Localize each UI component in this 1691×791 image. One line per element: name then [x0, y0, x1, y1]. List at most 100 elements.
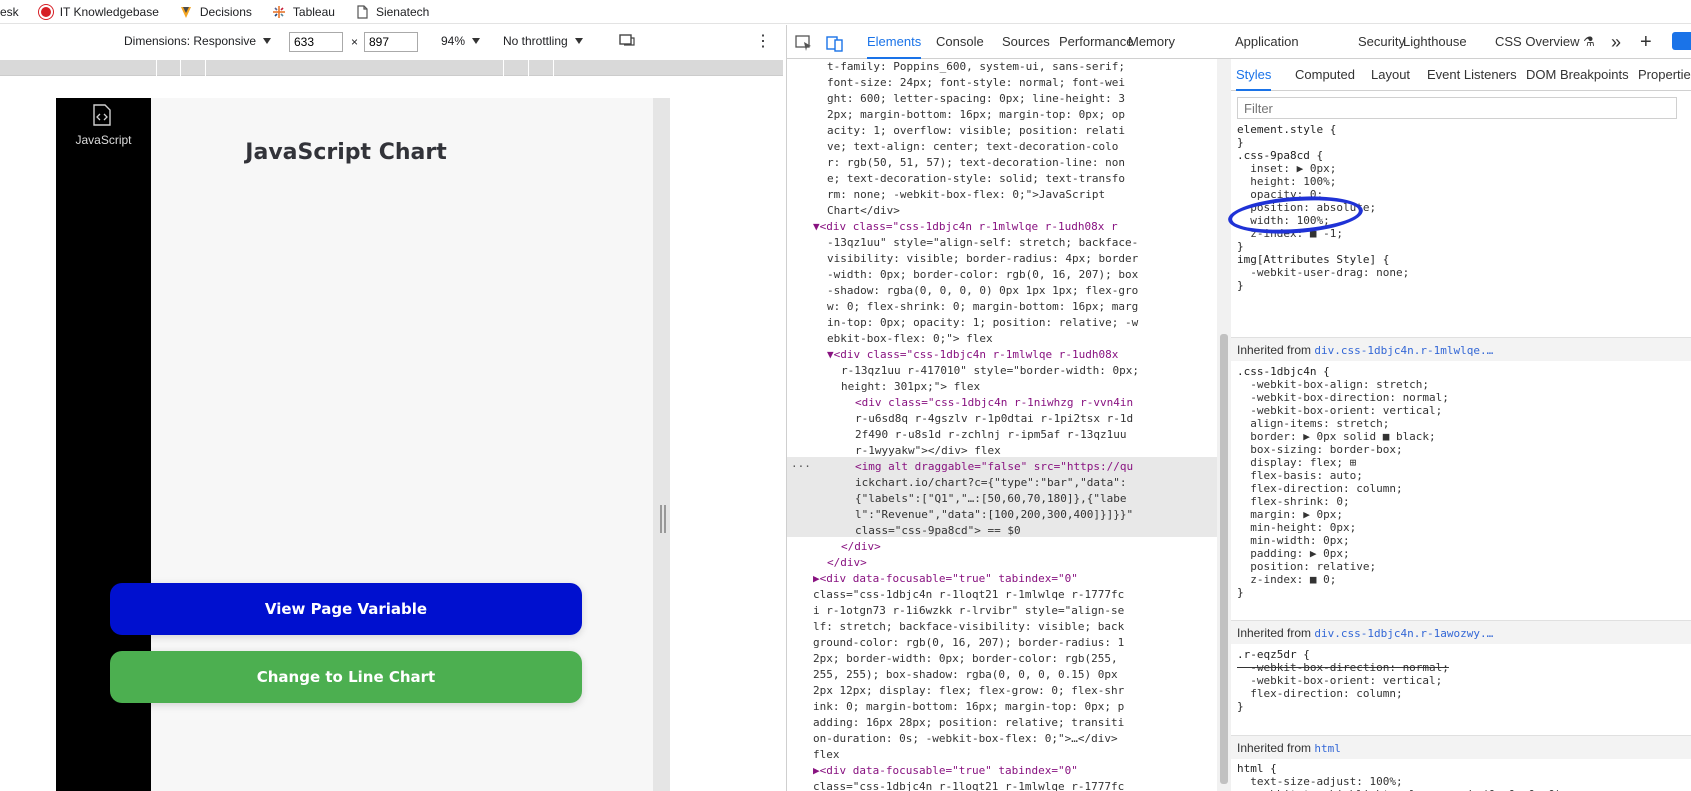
css-rule-line[interactable]: }: [1237, 279, 1244, 293]
tab-console[interactable]: Console: [936, 25, 984, 59]
css-rule-line[interactable]: -webkit-user-drag: none;: [1237, 266, 1409, 280]
tab-sources[interactable]: Sources: [1002, 25, 1050, 59]
inherited-selector-link-1[interactable]: div.css-1dbjc4n.r-1mlwlqe.…: [1314, 344, 1493, 357]
inherited-selector-link-2[interactable]: div.css-1dbjc4n.r-1awozwy.…: [1314, 627, 1493, 640]
change-to-line-chart-button[interactable]: Change to Line Chart: [110, 651, 582, 703]
height-input[interactable]: [364, 32, 418, 52]
tab-application[interactable]: Application: [1235, 25, 1299, 59]
dom-line[interactable]: -13qz1uu" style="align-self: stretch; ba…: [827, 235, 1138, 251]
bookmark-sienatech[interactable]: Sienatech: [355, 5, 429, 19]
dom-line[interactable]: </div>: [827, 555, 867, 571]
css-rule-line[interactable]: -webkit-box-direction: normal;: [1237, 661, 1449, 675]
dom-line[interactable]: ght: 600; letter-spacing: 0px; line-heig…: [827, 91, 1125, 107]
dom-line[interactable]: ground-color: rgb(0, 16, 207); border-ra…: [813, 635, 1124, 651]
dom-line[interactable]: r: rgb(50, 51, 57); text-decoration-line…: [827, 155, 1125, 171]
css-rule-line[interactable]: .r-eqz5dr {: [1237, 648, 1310, 662]
dom-line[interactable]: r-1wyyakw"></div> flex: [855, 443, 1001, 459]
bookmark-tableau[interactable]: Tableau: [272, 5, 335, 19]
dom-line[interactable]: l":"Revenue","data":[100,200,300,400]}]}…: [855, 507, 1133, 523]
dom-line[interactable]: i r-1otgn73 r-1i6wzkk r-lrvibr" style="a…: [813, 603, 1124, 619]
tab-elements[interactable]: Elements: [867, 25, 922, 59]
dom-line[interactable]: <img alt draggable="false" src="https://…: [855, 459, 1133, 475]
dom-line[interactable]: </div>: [841, 539, 881, 555]
dom-line[interactable]: w: 0; flex-shrink: 0; margin-bottom: 16p…: [827, 299, 1138, 315]
tab-lighthouse[interactable]: Lighthouse: [1403, 25, 1467, 59]
dom-line[interactable]: e; text-decoration-style: solid; text-tr…: [827, 171, 1125, 187]
css-rule-line[interactable]: html {: [1237, 762, 1277, 776]
width-input[interactable]: [289, 32, 343, 52]
dom-line[interactable]: r-13qz1uu r-417010" style="border-width:…: [841, 363, 1139, 379]
throttling-dropdown[interactable]: No throttling: [503, 34, 583, 48]
css-rule-line[interactable]: inset: ▶ 0px;: [1237, 162, 1336, 176]
dom-line[interactable]: ickchart.io/chart?c={"type":"bar","data"…: [855, 475, 1127, 491]
css-rule-line[interactable]: -webkit-box-orient: vertical;: [1237, 404, 1442, 418]
zoom-dropdown[interactable]: 94%: [441, 34, 481, 48]
device-toolbar-toggle-icon[interactable]: [826, 25, 844, 59]
css-rule-line[interactable]: border: ▶ 0px solid ■ black;: [1237, 430, 1435, 444]
dom-line[interactable]: ▶<div data-focusable="true" tabindex="0": [813, 763, 1078, 779]
css-rule-line[interactable]: padding: ▶ 0px;: [1237, 547, 1349, 561]
code-file-icon[interactable]: [92, 104, 112, 129]
dom-line[interactable]: visibility: visible; border-radius: 4px;…: [827, 251, 1138, 267]
bookmark-decisions[interactable]: Decisions: [179, 5, 252, 19]
dom-line[interactable]: -shadow: rgba(0, 0, 0, 0) 0px 1px 1px; f…: [827, 283, 1138, 299]
dom-line[interactable]: 2px; margin-bottom: 16px; margin-top: 0p…: [827, 107, 1125, 123]
bookmark-esk[interactable]: esk: [0, 5, 19, 19]
css-rule-line[interactable]: flex-shrink: 0;: [1237, 495, 1349, 509]
tab-layout[interactable]: Layout: [1371, 59, 1410, 91]
styles-filter-input[interactable]: [1237, 97, 1677, 119]
tab-memory[interactable]: Memory: [1128, 25, 1175, 59]
inherited-selector-link-3[interactable]: html: [1314, 742, 1341, 755]
node-options-icon[interactable]: ···: [791, 459, 811, 475]
tab-performance[interactable]: Performance: [1059, 25, 1133, 59]
dom-line[interactable]: ▼<div class="css-1dbjc4n r-1mlwlqe r-1ud…: [827, 347, 1118, 363]
css-rule-line[interactable]: element.style {: [1237, 123, 1336, 137]
dom-line[interactable]: ebkit-box-flex: 0;"> flex: [827, 331, 993, 347]
more-tabs-icon[interactable]: »: [1611, 25, 1621, 59]
tab-computed[interactable]: Computed: [1295, 59, 1355, 91]
dom-line[interactable]: lf: stretch; backface-visibility: visibl…: [813, 619, 1124, 635]
css-rule-line[interactable]: -webkit-box-orient: vertical;: [1237, 674, 1442, 688]
dom-line[interactable]: class="css-1dbjc4n r-1loqt21 r-1mlwlqe r…: [813, 779, 1124, 791]
dom-line[interactable]: in-top: 0px; opacity: 1; position: relat…: [827, 315, 1138, 331]
dom-line[interactable]: 255, 255); box-shadow: rgba(0, 0, 0, 0.1…: [813, 667, 1118, 683]
dimensions-dropdown[interactable]: Dimensions: Responsive: [124, 34, 272, 48]
css-rule-line[interactable]: -webkit-box-direction: normal;: [1237, 391, 1449, 405]
css-rule-line[interactable]: align-items: stretch;: [1237, 417, 1389, 431]
css-rule-line[interactable]: text-size-adjust: 100%;: [1237, 775, 1402, 789]
css-rule-line[interactable]: min-width: 0px;: [1237, 534, 1349, 548]
dom-line[interactable]: height: 301px;"> flex: [841, 379, 980, 395]
more-options-icon[interactable]: ⋮: [755, 31, 771, 51]
viewport-resize-handle[interactable]: [660, 505, 666, 533]
rotate-icon[interactable]: [618, 32, 636, 48]
css-rule-line[interactable]: img[Attributes Style] {: [1237, 253, 1389, 267]
tab-security[interactable]: Security: [1358, 25, 1405, 59]
css-rule-line[interactable]: z-index: ■ 0;: [1237, 573, 1336, 587]
dom-line[interactable]: ▶<div data-focusable="true" tabindex="0": [813, 571, 1078, 587]
viewport-scrollbar[interactable]: [653, 98, 670, 791]
dom-line[interactable]: ▼<div class="css-1dbjc4n r-1mlwlqe r-1ud…: [813, 219, 1118, 235]
css-rule-line[interactable]: min-height: 0px;: [1237, 521, 1356, 535]
css-rule-line[interactable]: .css-9pa8cd {: [1237, 149, 1323, 163]
css-rule-line[interactable]: }: [1237, 136, 1244, 150]
css-rule-line[interactable]: }: [1237, 586, 1244, 600]
css-rule-line[interactable]: }: [1237, 700, 1244, 714]
tab-properties[interactable]: Properties: [1638, 59, 1691, 91]
dom-line[interactable]: r-u6sd8q r-4gszlv r-1p0dtai r-1pi2tsx r-…: [855, 411, 1133, 427]
css-rule-line[interactable]: }: [1237, 240, 1244, 254]
dom-line[interactable]: adding: 16px 28px; position: relative; t…: [813, 715, 1124, 731]
css-rule-line[interactable]: display: flex; ⊞: [1237, 456, 1356, 470]
dom-line[interactable]: t-family: Poppins_600, system-ui, sans-s…: [827, 59, 1125, 75]
tab-dom-breakpoints[interactable]: DOM Breakpoints: [1526, 59, 1629, 91]
dom-line[interactable]: on-duration: 0s; -webkit-box-flex: 0;">……: [813, 731, 1118, 747]
css-rule-line[interactable]: flex-direction: column;: [1237, 482, 1402, 496]
dom-line[interactable]: ink: 0; margin-bottom: 16px; margin-top:…: [813, 699, 1124, 715]
tab-event-listeners[interactable]: Event Listeners: [1427, 59, 1517, 91]
dom-line[interactable]: <div class="css-1dbjc4n r-1niwhzg r-vvn4…: [855, 395, 1133, 411]
dom-line[interactable]: flex: [813, 747, 840, 763]
css-rule-line[interactable]: flex-direction: column;: [1237, 687, 1402, 701]
dom-line[interactable]: Chart</div>: [827, 203, 900, 219]
dom-line[interactable]: 2px; border-width: 0px; border-color: rg…: [813, 651, 1118, 667]
tab-css-overview[interactable]: CSS Overview ⚗: [1495, 25, 1595, 59]
add-tab-icon[interactable]: +: [1640, 25, 1652, 59]
